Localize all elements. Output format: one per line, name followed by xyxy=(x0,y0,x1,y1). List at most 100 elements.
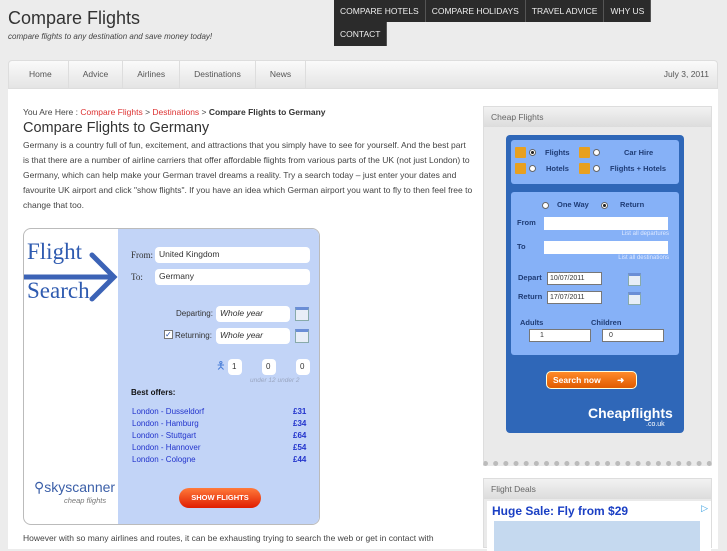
top-nav-travel-advice[interactable]: TRAVEL ADVICE xyxy=(525,0,605,22)
ad-headline[interactable]: Huge Sale: Fly from $29 xyxy=(492,504,628,518)
current-date: July 3, 2011 xyxy=(663,69,709,79)
offer-price: £31 xyxy=(293,407,307,416)
breadcrumb: You Are Here : Compare Flights > Destina… xyxy=(23,107,326,117)
departing-label: Departing: xyxy=(176,309,213,318)
offer-price: £54 xyxy=(293,443,307,452)
one-way-label: One Way xyxy=(557,200,589,209)
adults-input[interactable]: 1 xyxy=(228,359,242,375)
offer-link[interactable]: London - Stuttgart xyxy=(132,431,196,440)
site-title[interactable]: Compare Flights xyxy=(8,8,140,29)
intro-paragraph: Germany is a country full of fun, excite… xyxy=(23,140,473,210)
flights-hotels-radio[interactable] xyxy=(593,165,600,172)
cheapflights-widget: Flights Car Hire Hotels Flights + Hotels… xyxy=(506,135,684,433)
car-hire-radio[interactable] xyxy=(593,149,600,156)
nav-home[interactable]: Home xyxy=(9,61,69,88)
to-label: To xyxy=(517,242,526,251)
offer-price: £44 xyxy=(293,455,307,464)
nav-news[interactable]: News xyxy=(256,61,307,88)
children-input[interactable]: 0 xyxy=(262,359,276,375)
from-input[interactable]: United Kingdom xyxy=(155,247,310,263)
cheapflights-domain: .co.uk xyxy=(646,421,665,428)
main-nav: Home Advice Airlines Destinations News J… xyxy=(8,60,718,89)
ad-unit[interactable]: Huge Sale: Fly from $29 ▷ xyxy=(487,501,711,551)
to-label: To: xyxy=(131,272,143,282)
breadcrumb-current: Compare Flights to Germany xyxy=(208,107,326,117)
flights-radio[interactable] xyxy=(529,149,536,156)
return-radio[interactable] xyxy=(601,202,608,209)
ad-image[interactable] xyxy=(494,521,700,551)
calendar-icon[interactable] xyxy=(295,307,309,321)
breadcrumb-separator: > xyxy=(142,107,153,117)
one-way-radio[interactable] xyxy=(542,202,549,209)
cheapflights-logo: Cheapflights xyxy=(588,405,673,421)
from-label: From xyxy=(517,218,536,227)
adult-icon: 🯅 xyxy=(216,360,226,372)
show-flights-button[interactable]: SHOW FLIGHTS xyxy=(179,488,261,508)
body-text: However with so many airlines and routes… xyxy=(23,533,434,543)
cf-to-input[interactable] xyxy=(544,241,668,254)
return-label: Return xyxy=(518,292,543,301)
returning-label: Returning: xyxy=(175,331,212,340)
offer-link[interactable]: London - Dusseldorf xyxy=(132,407,204,416)
top-nav: COMPARE HOTELS COMPARE HOLIDAYS TRAVEL A… xyxy=(334,0,652,22)
top-nav-compare-holidays[interactable]: COMPARE HOLIDAYS xyxy=(425,0,526,22)
search-now-button[interactable]: Search now ➜ xyxy=(546,371,637,389)
skyscanner-widget: Flight Search ⚲skyscanner cheap flights … xyxy=(23,228,320,525)
best-offers-label: Best offers: xyxy=(131,388,176,397)
nav-destinations[interactable]: Destinations xyxy=(180,61,256,88)
age-hints: under 12 under 2 xyxy=(250,377,300,384)
breadcrumb-compare-flights[interactable]: Compare Flights xyxy=(80,107,142,117)
adchoices-icon[interactable]: ▷ xyxy=(701,503,708,514)
breadcrumb-destinations[interactable]: Destinations xyxy=(152,107,199,117)
top-nav-why-us[interactable]: WHY US xyxy=(604,0,652,22)
offer-price: £34 xyxy=(293,419,307,428)
skyscanner-form: From: United Kingdom To: Germany Departi… xyxy=(118,229,319,524)
flight-deals-panel: Flight Deals Huge Sale: Fly from $29 ▷ xyxy=(483,478,712,551)
children-select[interactable]: 0 xyxy=(602,329,664,342)
adults-label: Adults xyxy=(520,318,544,327)
site-tagline: compare flights to any destination and s… xyxy=(8,32,213,41)
returning-input[interactable]: Whole year xyxy=(216,328,290,344)
flight-deals-title: Flight Deals xyxy=(484,479,711,499)
infants-input[interactable]: 0 xyxy=(296,359,310,375)
cheap-flights-title: Cheap Flights xyxy=(484,107,711,127)
arrow-icon: ➜ xyxy=(617,375,625,385)
depart-label: Depart xyxy=(518,273,542,282)
car-icon xyxy=(579,147,590,158)
breadcrumb-separator: > xyxy=(199,107,209,117)
cf-from-input[interactable] xyxy=(544,217,668,230)
skyscanner-subtitle: cheap flights xyxy=(64,496,107,505)
offer-link[interactable]: London - Hamburg xyxy=(132,419,199,428)
calendar-icon[interactable] xyxy=(295,329,309,343)
tab-hotels[interactable]: Hotels xyxy=(546,164,569,173)
offer-price: £64 xyxy=(293,431,307,440)
return-date-input[interactable]: 17/07/2011 xyxy=(547,291,602,304)
plane-icon xyxy=(515,147,526,158)
nav-airlines[interactable]: Airlines xyxy=(123,61,181,88)
calendar-icon[interactable] xyxy=(628,292,641,305)
tab-car-hire[interactable]: Car Hire xyxy=(624,148,653,157)
offer-link[interactable]: London - Cologne xyxy=(132,455,196,464)
to-input[interactable]: Germany xyxy=(155,269,310,285)
tab-flights[interactable]: Flights xyxy=(545,148,570,157)
flight-hotel-icon xyxy=(579,163,590,174)
offer-link[interactable]: London - Hannover xyxy=(132,443,201,452)
page-title: Compare Flights to Germany xyxy=(23,120,210,136)
returning-checkbox[interactable]: ✓ xyxy=(164,330,173,339)
depart-date-input[interactable]: 10/07/2011 xyxy=(547,272,602,285)
list-destinations-link[interactable]: List all destinations xyxy=(566,255,669,261)
adults-select[interactable]: 1 xyxy=(529,329,591,342)
return-trip-label: Return xyxy=(620,200,645,209)
from-label: From: xyxy=(131,250,154,260)
hotels-radio[interactable] xyxy=(529,165,536,172)
tab-flights-hotels[interactable]: Flights + Hotels xyxy=(610,164,666,173)
top-nav-compare-hotels[interactable]: COMPARE HOTELS xyxy=(334,0,426,22)
calendar-icon[interactable] xyxy=(628,273,641,286)
arrow-icon xyxy=(24,252,118,302)
top-nav-contact[interactable]: CONTACT xyxy=(334,22,388,46)
children-label: Children xyxy=(591,318,622,327)
departing-input[interactable]: Whole year xyxy=(216,306,290,322)
hotel-icon xyxy=(515,163,526,174)
nav-advice[interactable]: Advice xyxy=(69,61,124,88)
list-departures-link[interactable]: List all departures xyxy=(566,231,669,237)
